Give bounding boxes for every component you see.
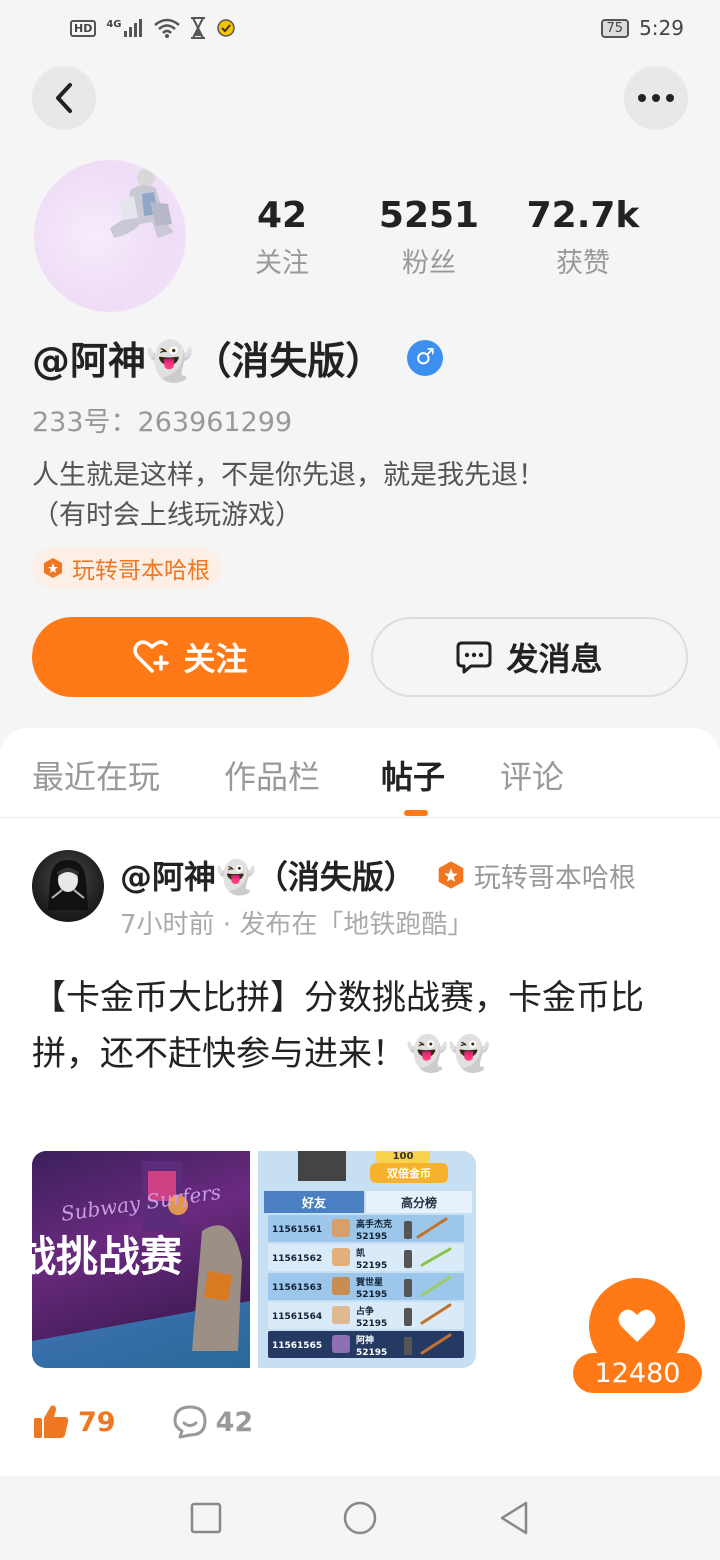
row-3-score: 52195 — [356, 1290, 387, 1300]
recent-apps-icon[interactable] — [190, 1502, 222, 1534]
more-dots-icon — [638, 94, 674, 102]
leaderboard-tab-highscore: 高分榜 — [401, 1195, 437, 1210]
row-4-id: 11561564 — [272, 1312, 322, 1322]
tab-works[interactable]: 作品栏 — [224, 752, 320, 798]
post-author-title: 玩转哥本哈根 — [436, 856, 636, 895]
post-text[interactable]: 【卡金币大比拼】分数挑战赛，卡金币比拼，还不赶快参与进来！👻👻 — [32, 970, 682, 1082]
profile-bio: 人生就是这样，不是你先退，就是我先退！ （有时会上线玩游戏） — [32, 456, 682, 536]
profile-title-badge[interactable]: 玩转哥本哈根 — [32, 548, 222, 588]
4g-signal-icon: 4G — [106, 19, 143, 37]
row-1-score: 52195 — [356, 1232, 387, 1242]
banner-brand: Subway Surfers — [59, 1180, 222, 1226]
stat-following[interactable]: 42 关注 — [207, 192, 357, 284]
tab-recently-played[interactable]: 最近在玩 — [32, 752, 160, 798]
post-author-avatar[interactable] — [32, 850, 104, 922]
post-image-1[interactable]: Subway Surfers 战挑战赛 — [32, 1151, 250, 1368]
row-2-score: 52195 — [356, 1261, 387, 1271]
thumbs-up-icon — [34, 1405, 69, 1438]
post-meta: 7小时前 · 发布在「地铁跑酷」 — [120, 910, 474, 940]
stat-followers-value: 5251 — [378, 195, 480, 236]
title-badge-label: 玩转哥本哈根 — [72, 558, 210, 584]
status-left-icons: HD 4G — [70, 17, 236, 39]
post-author-title-label: 玩转哥本哈根 — [473, 862, 636, 894]
row-5-id: 11561565 — [272, 1341, 322, 1351]
stat-following-label: 关注 — [255, 248, 309, 279]
stat-likes-label: 获赞 — [556, 248, 610, 279]
leaderboard-screenshot: 100 双倍金币 好友 高分榜 11561561 高手杰克 52195 1156… — [258, 1151, 476, 1368]
leaderboard-top-value: 100 — [393, 1151, 414, 1162]
home-icon[interactable] — [342, 1500, 378, 1536]
stat-likes-value: 72.7k — [526, 195, 640, 236]
bio-line-2: （有时会上线玩游戏） — [32, 500, 302, 531]
chat-bubble-icon — [456, 641, 492, 674]
profile-id: 233号：263961299 — [32, 407, 293, 438]
hourglass-icon — [190, 17, 205, 39]
post-actions: 79 42 — [32, 1404, 253, 1440]
floating-like-count: 12480 — [573, 1353, 702, 1393]
notification-icon — [216, 19, 235, 37]
comment-button[interactable]: 42 — [172, 1404, 254, 1440]
follow-button[interactable]: 关注 — [32, 617, 349, 697]
row-4-score: 52195 — [356, 1319, 387, 1329]
comment-count: 42 — [215, 1406, 254, 1438]
bio-line-1: 人生就是这样，不是你先退，就是我先退！ — [32, 460, 545, 491]
back-button[interactable] — [32, 66, 96, 130]
tab-comments[interactable]: 评论 — [500, 752, 564, 798]
title-hexagon-icon — [44, 558, 62, 578]
status-right: 75 5:29 — [600, 16, 684, 40]
stat-followers[interactable]: 5251 粉丝 — [354, 192, 504, 284]
tab-posts[interactable]: 帖子 — [381, 752, 445, 798]
system-nav-bar — [0, 1476, 720, 1560]
comment-icon — [173, 1405, 207, 1439]
follow-button-label: 关注 — [183, 640, 248, 678]
male-icon: ♂ — [407, 339, 444, 376]
battery-icon: 75 — [600, 18, 630, 38]
stat-following-value: 42 — [256, 195, 308, 236]
clock: 5:29 — [639, 16, 684, 40]
row-5-name: 阿神 — [356, 1334, 374, 1346]
row-2-name: 凯 — [356, 1247, 365, 1259]
heart-icon — [618, 1309, 656, 1342]
tab-bar: 最近在玩 作品栏 帖子 评论 — [0, 728, 720, 818]
profile-name-row: @阿神👻（消失版） ♂ — [32, 330, 444, 385]
leaderboard-double-coins: 双倍金币 — [387, 1166, 431, 1180]
avatar-hooded-figure — [48, 860, 88, 910]
stat-followers-label: 粉丝 — [402, 248, 456, 279]
wifi-icon — [153, 18, 180, 38]
row-3-id: 11561563 — [272, 1283, 322, 1293]
more-button[interactable] — [624, 66, 688, 130]
status-bar: HD 4G 75 5:29 — [0, 0, 720, 56]
banner-headline: 战挑战赛 — [32, 1232, 183, 1281]
back-nav-icon[interactable] — [498, 1501, 530, 1535]
hd-icon: HD — [70, 19, 97, 37]
row-1-name: 高手杰克 — [356, 1218, 392, 1230]
row-1-id: 11561561 — [272, 1225, 322, 1235]
post-image-2[interactable]: 100 双倍金币 好友 高分榜 11561561 高手杰克 52195 1156… — [258, 1151, 476, 1368]
title-hexagon-icon — [438, 861, 464, 889]
heart-plus-icon — [133, 640, 170, 673]
message-button[interactable]: 发消息 — [371, 617, 688, 697]
chevron-left-icon — [56, 83, 72, 113]
stat-likes[interactable]: 72.7k 获赞 — [508, 192, 658, 284]
subway-surfers-banner: Subway Surfers 战挑战赛 — [32, 1161, 250, 1368]
row-2-id: 11561562 — [272, 1254, 322, 1264]
row-5-score: 52195 — [356, 1348, 387, 1358]
avatar[interactable] — [34, 160, 186, 312]
profile-username: @阿神👻（消失版） — [32, 339, 384, 383]
like-count: 79 — [78, 1406, 116, 1438]
row-4-name: 占争 — [356, 1305, 374, 1317]
post-author-row: @阿神👻（消失版） 玩转哥本哈根 — [120, 852, 636, 898]
message-button-label: 发消息 — [506, 640, 603, 678]
leaderboard-tab-friends: 好友 — [301, 1195, 326, 1210]
like-button[interactable]: 79 — [32, 1404, 116, 1440]
row-3-name: 賀世星 — [355, 1276, 383, 1288]
post-author-name[interactable]: @阿神👻（消失版） — [120, 852, 416, 898]
avatar-figure — [110, 169, 174, 238]
tab-active-indicator — [404, 810, 428, 816]
